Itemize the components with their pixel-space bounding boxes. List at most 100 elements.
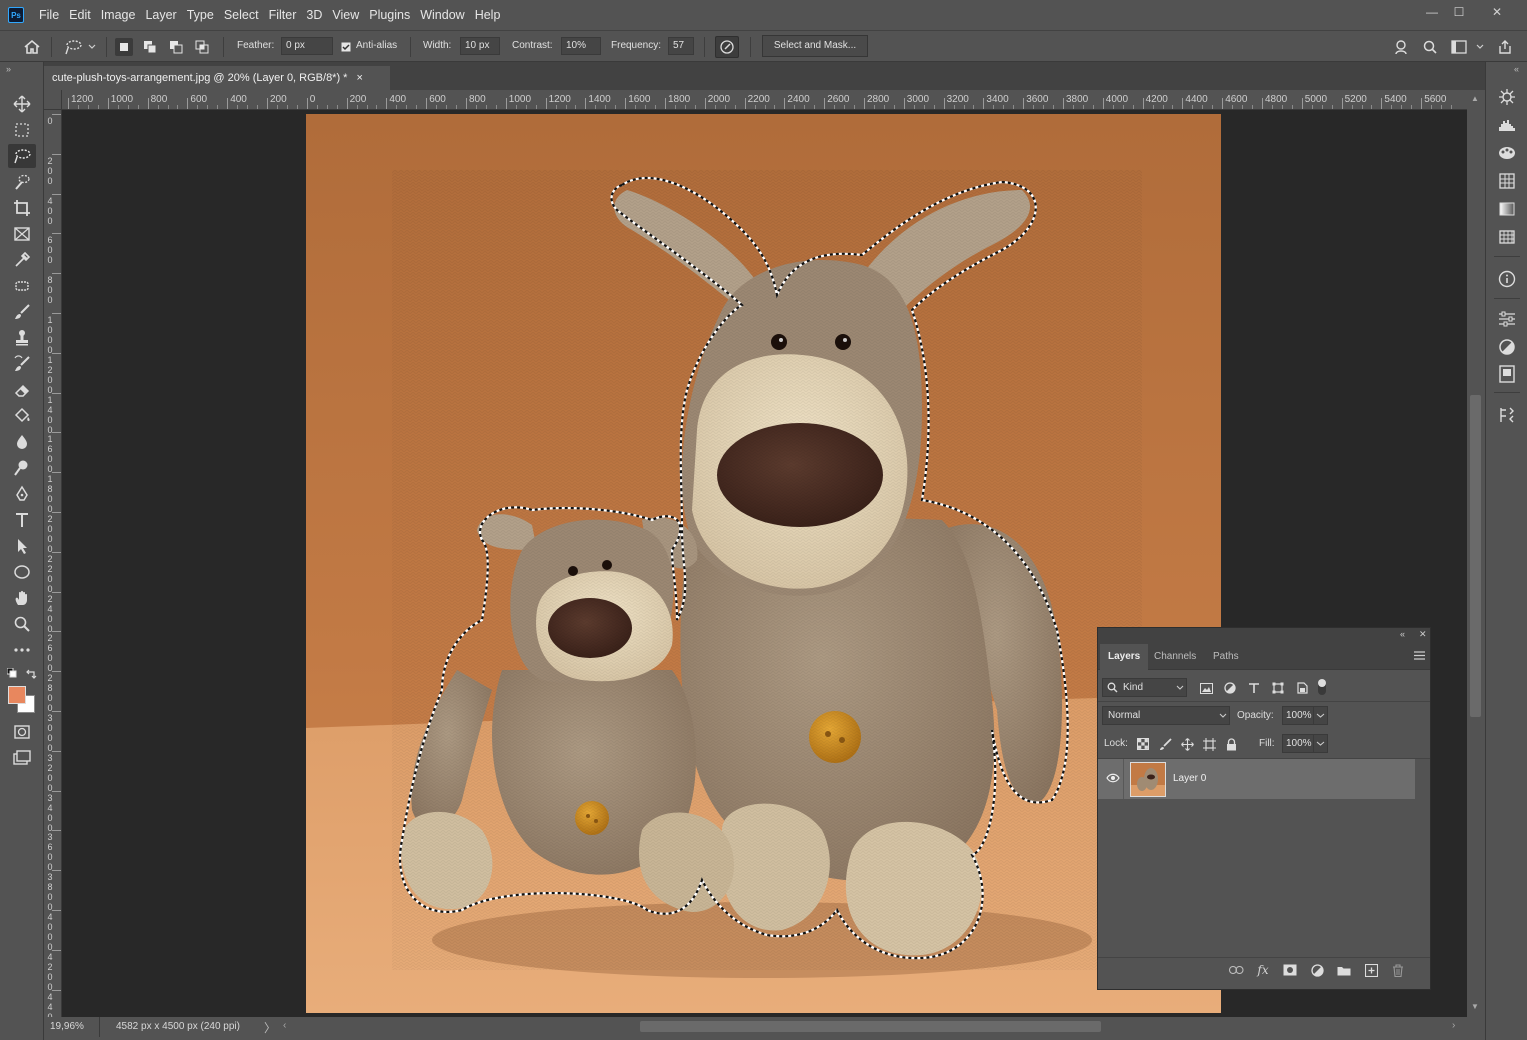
scroll-down-icon[interactable]: ▼ [1471, 1002, 1479, 1011]
navigator-icon[interactable] [1496, 86, 1518, 108]
panel-collapse-icon[interactable]: « [1400, 629, 1405, 639]
blur-tool-icon[interactable] [8, 430, 36, 454]
menu-plugins[interactable]: Plugins [364, 0, 415, 30]
scroll-up-icon[interactable]: ▲ [1471, 94, 1479, 103]
panel-close-icon[interactable]: ✕ [1419, 629, 1427, 640]
frequency-input[interactable]: 57 [668, 37, 694, 55]
type-tool-icon[interactable] [8, 508, 36, 532]
tab-layers[interactable]: Layers [1100, 644, 1149, 670]
panel-menu-icon[interactable] [1414, 651, 1425, 660]
minimize-button[interactable]: — [1417, 0, 1447, 24]
fill-input[interactable]: 100% [1282, 734, 1314, 753]
zoom-tool-icon[interactable] [8, 612, 36, 636]
blend-mode-select[interactable]: Normal [1102, 706, 1230, 725]
opacity-input[interactable]: 100% [1282, 706, 1314, 725]
menu-3d[interactable]: 3D [301, 0, 327, 30]
tool-preset-chevron-icon[interactable] [86, 38, 98, 56]
toolbar-collapse-icon[interactable]: » [6, 64, 11, 74]
workspace-icon[interactable] [1450, 38, 1468, 56]
path-selection-tool-icon[interactable] [8, 534, 36, 558]
new-layer-icon[interactable] [1363, 962, 1379, 978]
layer-row[interactable]: Layer 0 [1098, 759, 1415, 799]
ruler-origin[interactable] [44, 90, 62, 110]
menu-image[interactable]: Image [96, 0, 141, 30]
color-palette-icon[interactable] [1496, 142, 1518, 164]
dock-collapse-icon[interactable]: « [1514, 64, 1519, 74]
add-mask-icon[interactable] [1282, 962, 1298, 978]
adjustments-icon[interactable] [1496, 336, 1518, 358]
filter-smart-object-icon[interactable] [1294, 680, 1310, 696]
menu-select[interactable]: Select [219, 0, 264, 30]
eraser-tool-icon[interactable] [8, 378, 36, 402]
select-and-mask-button[interactable]: Select and Mask... [762, 35, 868, 57]
foreground-color-swatch[interactable] [8, 686, 26, 704]
layer-styles-icon[interactable]: fx [1255, 962, 1271, 978]
menu-window[interactable]: Window [415, 0, 469, 30]
swap-colors-icon[interactable] [25, 668, 37, 680]
new-selection-icon[interactable] [115, 38, 133, 56]
close-window-button[interactable]: ✕ [1482, 0, 1512, 24]
subtract-from-selection-icon[interactable] [167, 38, 185, 56]
properties-icon[interactable] [1496, 308, 1518, 330]
filter-toggle[interactable] [1318, 679, 1326, 695]
vertical-scroll-thumb[interactable] [1470, 395, 1481, 717]
clone-stamp-tool-icon[interactable] [8, 326, 36, 350]
default-colors-icon[interactable] [7, 668, 17, 678]
paint-bucket-tool-icon[interactable] [8, 404, 36, 428]
workspace-chevron-icon[interactable] [1474, 38, 1486, 56]
filter-type-icon[interactable] [1246, 680, 1262, 696]
layers-panel-icon[interactable] [1496, 404, 1518, 426]
feather-input[interactable]: 0 px [281, 37, 333, 55]
close-tab-icon[interactable]: × [357, 72, 363, 84]
menu-type[interactable]: Type [182, 0, 219, 30]
new-adjustment-layer-icon[interactable] [1309, 962, 1325, 978]
menu-view[interactable]: View [327, 0, 364, 30]
frame-tool-icon[interactable] [8, 222, 36, 246]
brush-tool-icon[interactable] [8, 300, 36, 324]
filter-shape-icon[interactable] [1270, 680, 1286, 696]
magnetic-lasso-icon[interactable] [62, 38, 84, 56]
home-icon[interactable] [21, 38, 43, 56]
filter-adjustment-icon[interactable] [1222, 680, 1238, 696]
horizontal-scroll-thumb[interactable] [640, 1021, 1101, 1032]
menu-layer[interactable]: Layer [140, 0, 181, 30]
scroll-right-icon[interactable]: › [1452, 1020, 1455, 1031]
swatches-icon[interactable] [1496, 170, 1518, 192]
lock-position-icon[interactable] [1179, 736, 1195, 752]
width-input[interactable]: 10 px [460, 37, 500, 55]
pen-pressure-icon[interactable] [715, 36, 739, 58]
ellipse-tool-icon[interactable] [8, 560, 36, 584]
fill-chevron-icon[interactable] [1313, 734, 1328, 753]
move-tool-icon[interactable] [8, 92, 36, 116]
gradients-icon[interactable] [1496, 198, 1518, 220]
histogram-icon[interactable] [1496, 114, 1518, 136]
patterns-icon[interactable] [1496, 226, 1518, 248]
intersect-selection-icon[interactable] [193, 38, 211, 56]
panel-header[interactable]: « ✕ [1098, 628, 1430, 644]
tab-paths[interactable]: Paths [1205, 644, 1247, 670]
menu-help[interactable]: Help [470, 0, 506, 30]
quick-selection-tool-icon[interactable] [8, 170, 36, 194]
link-layers-icon[interactable] [1228, 962, 1244, 978]
pen-tool-icon[interactable] [8, 482, 36, 506]
filter-pixel-icon[interactable] [1198, 680, 1214, 696]
maximize-button[interactable]: ☐ [1444, 0, 1474, 24]
marquee-tool-icon[interactable] [8, 118, 36, 142]
more-tools-icon[interactable] [8, 638, 36, 662]
libraries-icon[interactable] [1496, 363, 1518, 385]
status-menu-chevron-icon[interactable]: 〉 [264, 1019, 276, 1036]
user-share-icon[interactable] [1393, 38, 1411, 56]
antialias-checkbox[interactable] [340, 38, 352, 56]
screen-mode-icon[interactable] [8, 746, 36, 770]
lock-artboard-icon[interactable] [1201, 736, 1217, 752]
delete-layer-icon[interactable] [1390, 962, 1406, 978]
zoom-level[interactable]: 19,96% [50, 1021, 84, 1032]
hand-tool-icon[interactable] [8, 586, 36, 610]
quick-mask-icon[interactable] [8, 720, 36, 744]
opacity-chevron-icon[interactable] [1313, 706, 1328, 725]
horizontal-scrollbar[interactable]: ‹ › [278, 1017, 1467, 1037]
menu-filter[interactable]: Filter [264, 0, 302, 30]
layer-name[interactable]: Layer 0 [1173, 773, 1206, 784]
lock-pixels-icon[interactable] [1157, 736, 1173, 752]
lock-transparent-icon[interactable] [1135, 736, 1151, 752]
